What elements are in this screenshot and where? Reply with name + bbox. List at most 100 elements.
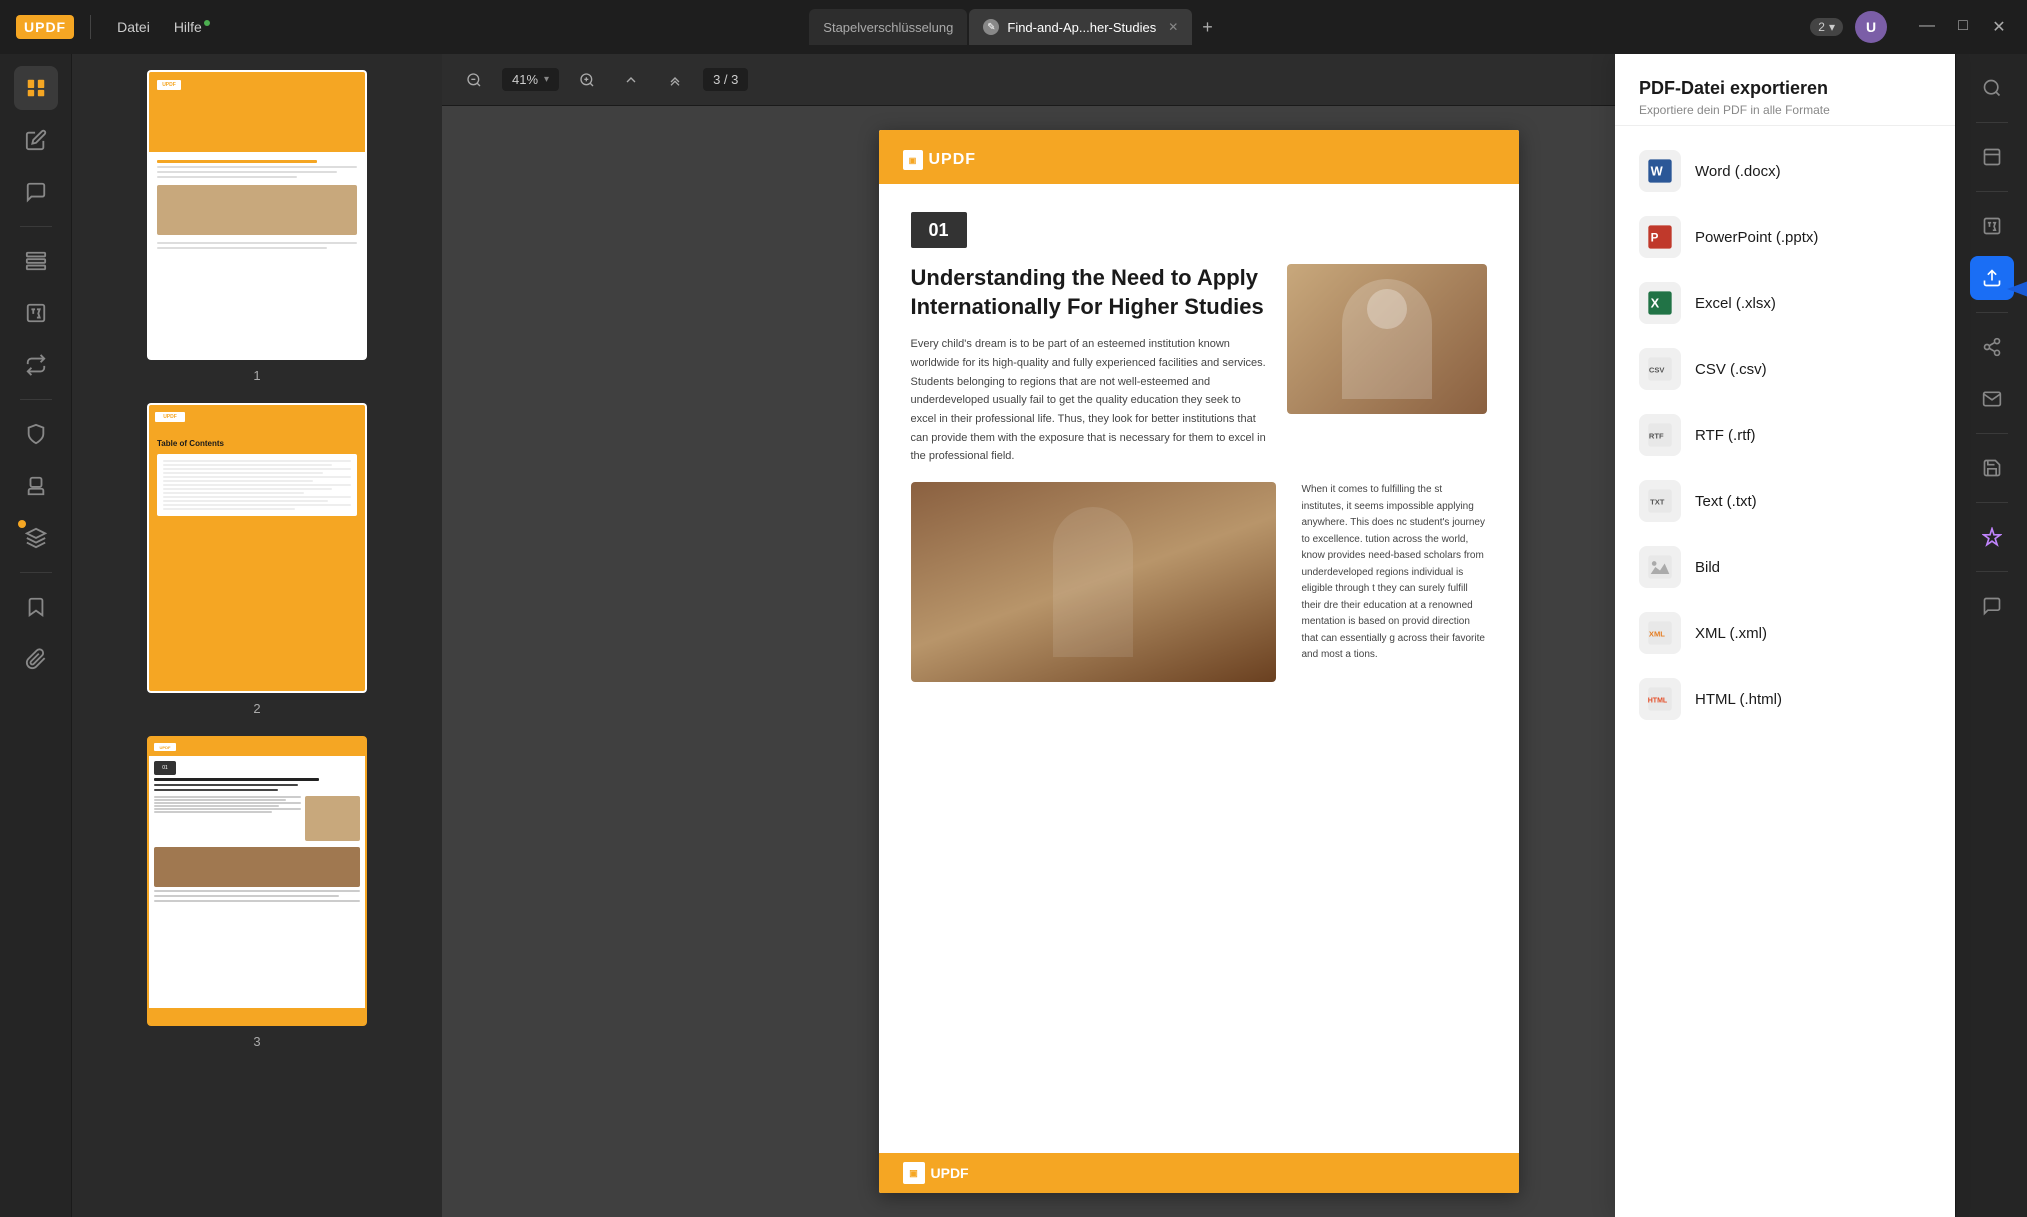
toolbar-sep-3 [20, 572, 52, 573]
zoom-value: 41% [512, 72, 538, 87]
ppt-icon: P [1639, 216, 1681, 258]
page-footer-logo: ▣ UPDF [903, 1162, 969, 1184]
add-tab-button[interactable]: + [1194, 17, 1221, 38]
toolbar-organize-btn[interactable] [14, 239, 58, 283]
export-item-excel[interactable]: X Excel (.xlsx) [1615, 270, 1955, 336]
export-item-txt[interactable]: TXT Text (.txt) [1615, 468, 1955, 534]
thumb1-header: UPDF [149, 72, 365, 152]
thumb1-content: UPDF [149, 72, 365, 358]
export-item-ppt[interactable]: P PowerPoint (.pptx) [1615, 204, 1955, 270]
right-scroll-btn[interactable] [1970, 135, 2014, 179]
tab-find[interactable]: ✎ Find-and-Ap...her-Studies ✕ [969, 9, 1192, 45]
thumbnail-frame-1: UPDF [147, 70, 367, 360]
thumb3-footer [149, 1008, 365, 1024]
right-toolbar-sep-2 [1976, 191, 2008, 192]
right-search-btn[interactable] [1970, 66, 2014, 110]
toolbar-stamp-btn[interactable] [14, 464, 58, 508]
export-word-label: Word (.docx) [1695, 163, 1781, 180]
thumbnail-num-2: 2 [253, 701, 260, 716]
right-save-btn[interactable] [1970, 446, 2014, 490]
close-button[interactable]: ✕ [1987, 17, 2011, 37]
toolbar-sep-2 [20, 399, 52, 400]
right-ocr-btn[interactable] [1970, 204, 2014, 248]
thumb2-header: UPDF [149, 405, 365, 429]
blue-arrow-pointer [1987, 249, 2027, 334]
image-icon [1639, 546, 1681, 588]
toolbar-protect-btn[interactable] [14, 412, 58, 456]
thumbnail-item-1[interactable]: UPDF 1 [88, 70, 426, 383]
export-item-word[interactable]: W Word (.docx) [1615, 138, 1955, 204]
xml-icon: XML [1639, 612, 1681, 654]
page-footer: ▣ UPDF [879, 1153, 1519, 1193]
excel-icon: X [1639, 282, 1681, 324]
right-chat-btn[interactable] [1970, 584, 2014, 628]
user-avatar[interactable]: U [1855, 11, 1887, 43]
page-input-area[interactable]: 3 / 3 [703, 68, 748, 91]
toolbar-layers-btn[interactable] [14, 516, 58, 560]
page-body: 01 Understanding the Need to Apply Inter… [879, 184, 1519, 1153]
tab-find-label: Find-and-Ap...her-Studies [1007, 20, 1156, 35]
minimize-button[interactable]: — [1915, 17, 1939, 37]
export-excel-label: Excel (.xlsx) [1695, 295, 1776, 312]
toolbar-bookmark-btn[interactable] [14, 585, 58, 629]
article-text-col: Understanding the Need to Apply Internat… [911, 264, 1267, 466]
page-header-logo: ▣ UPDF [903, 150, 977, 170]
thumbnail-item-2[interactable]: UPDF Table of Contents [88, 403, 426, 716]
export-item-image[interactable]: Bild [1615, 534, 1955, 600]
page-header: ▣ UPDF [879, 136, 1519, 184]
toolbar-reader-btn[interactable] [14, 66, 58, 110]
right-toolbar-sep-5 [1976, 502, 2008, 503]
updf-logo: UPDF [16, 15, 74, 39]
svg-text:CSV: CSV [1649, 366, 1665, 375]
thumbnail-item-3[interactable]: UPDF 01 [88, 736, 426, 1049]
toolbar-comment-btn[interactable] [14, 170, 58, 214]
tab-stapel[interactable]: Stapelverschlüsselung [809, 9, 967, 45]
export-item-xml[interactable]: XML XML (.xml) [1615, 600, 1955, 666]
thumb3-top: UPDF [149, 738, 365, 756]
export-panel: PDF-Datei exportieren Exportiere dein PD… [1615, 54, 1955, 1217]
export-item-csv[interactable]: CSV CSV (.csv) [1615, 336, 1955, 402]
export-item-html[interactable]: HTML HTML (.html) [1615, 666, 1955, 732]
article-bottom-image [911, 482, 1276, 682]
right-magic-btn[interactable] [1970, 515, 2014, 559]
two-col-bottom: When it comes to fulfilling the st insti… [911, 482, 1487, 682]
thumb3-content: UPDF 01 [149, 738, 365, 1024]
page-prev-btn[interactable] [659, 64, 691, 96]
right-toolbar [1955, 54, 2027, 1217]
right-email-btn[interactable] [1970, 377, 2014, 421]
export-xml-label: XML (.xml) [1695, 625, 1767, 642]
rtf-icon: RTF [1639, 414, 1681, 456]
version-badge[interactable]: 2 ▾ [1810, 18, 1843, 36]
maximize-button[interactable]: □ [1951, 17, 1975, 37]
article-title: Understanding the Need to Apply Internat… [911, 264, 1267, 321]
txt-icon: TXT [1639, 480, 1681, 522]
page-first-btn[interactable] [615, 64, 647, 96]
export-item-rtf[interactable]: RTF RTF (.rtf) [1615, 402, 1955, 468]
toolbar-dot [18, 520, 26, 528]
thumbnail-frame-3: UPDF 01 [147, 736, 367, 1026]
tab-close-button[interactable]: ✕ [1168, 20, 1178, 34]
thumb2-content: UPDF Table of Contents [149, 405, 365, 691]
tab-stapel-label: Stapelverschlüsselung [823, 20, 953, 35]
main-content: UPDF 1 [0, 54, 2027, 1217]
zoom-display[interactable]: 41% ▾ [502, 68, 559, 91]
page-logo-icon: ▣ [903, 150, 923, 170]
export-image-label: Bild [1695, 559, 1720, 576]
export-rtf-label: RTF (.rtf) [1695, 427, 1756, 444]
export-panel-title: PDF-Datei exportieren [1639, 78, 1931, 99]
zoom-out-btn[interactable] [458, 64, 490, 96]
menu-hilfe[interactable]: Hilfe [164, 15, 220, 39]
export-items-list: W Word (.docx) P PowerPoint (.pptx) X [1615, 126, 1955, 1217]
right-side-text: When it comes to fulfilling the st insti… [1292, 482, 1487, 682]
pdf-page: ▣ UPDF 01 Understanding the Need to Appl… [879, 130, 1519, 1193]
menu-datei[interactable]: Datei [107, 15, 160, 39]
zoom-in-btn[interactable] [571, 64, 603, 96]
toolbar-convert-btn[interactable] [14, 343, 58, 387]
thumbnails-panel: UPDF 1 [72, 54, 442, 1217]
right-toolbar-sep-1 [1976, 122, 2008, 123]
toolbar-attachment-btn[interactable] [14, 637, 58, 681]
csv-icon: CSV [1639, 348, 1681, 390]
toolbar-ocr-btn[interactable] [14, 291, 58, 335]
version-chevron: ▾ [1829, 20, 1835, 34]
toolbar-edit-btn[interactable] [14, 118, 58, 162]
